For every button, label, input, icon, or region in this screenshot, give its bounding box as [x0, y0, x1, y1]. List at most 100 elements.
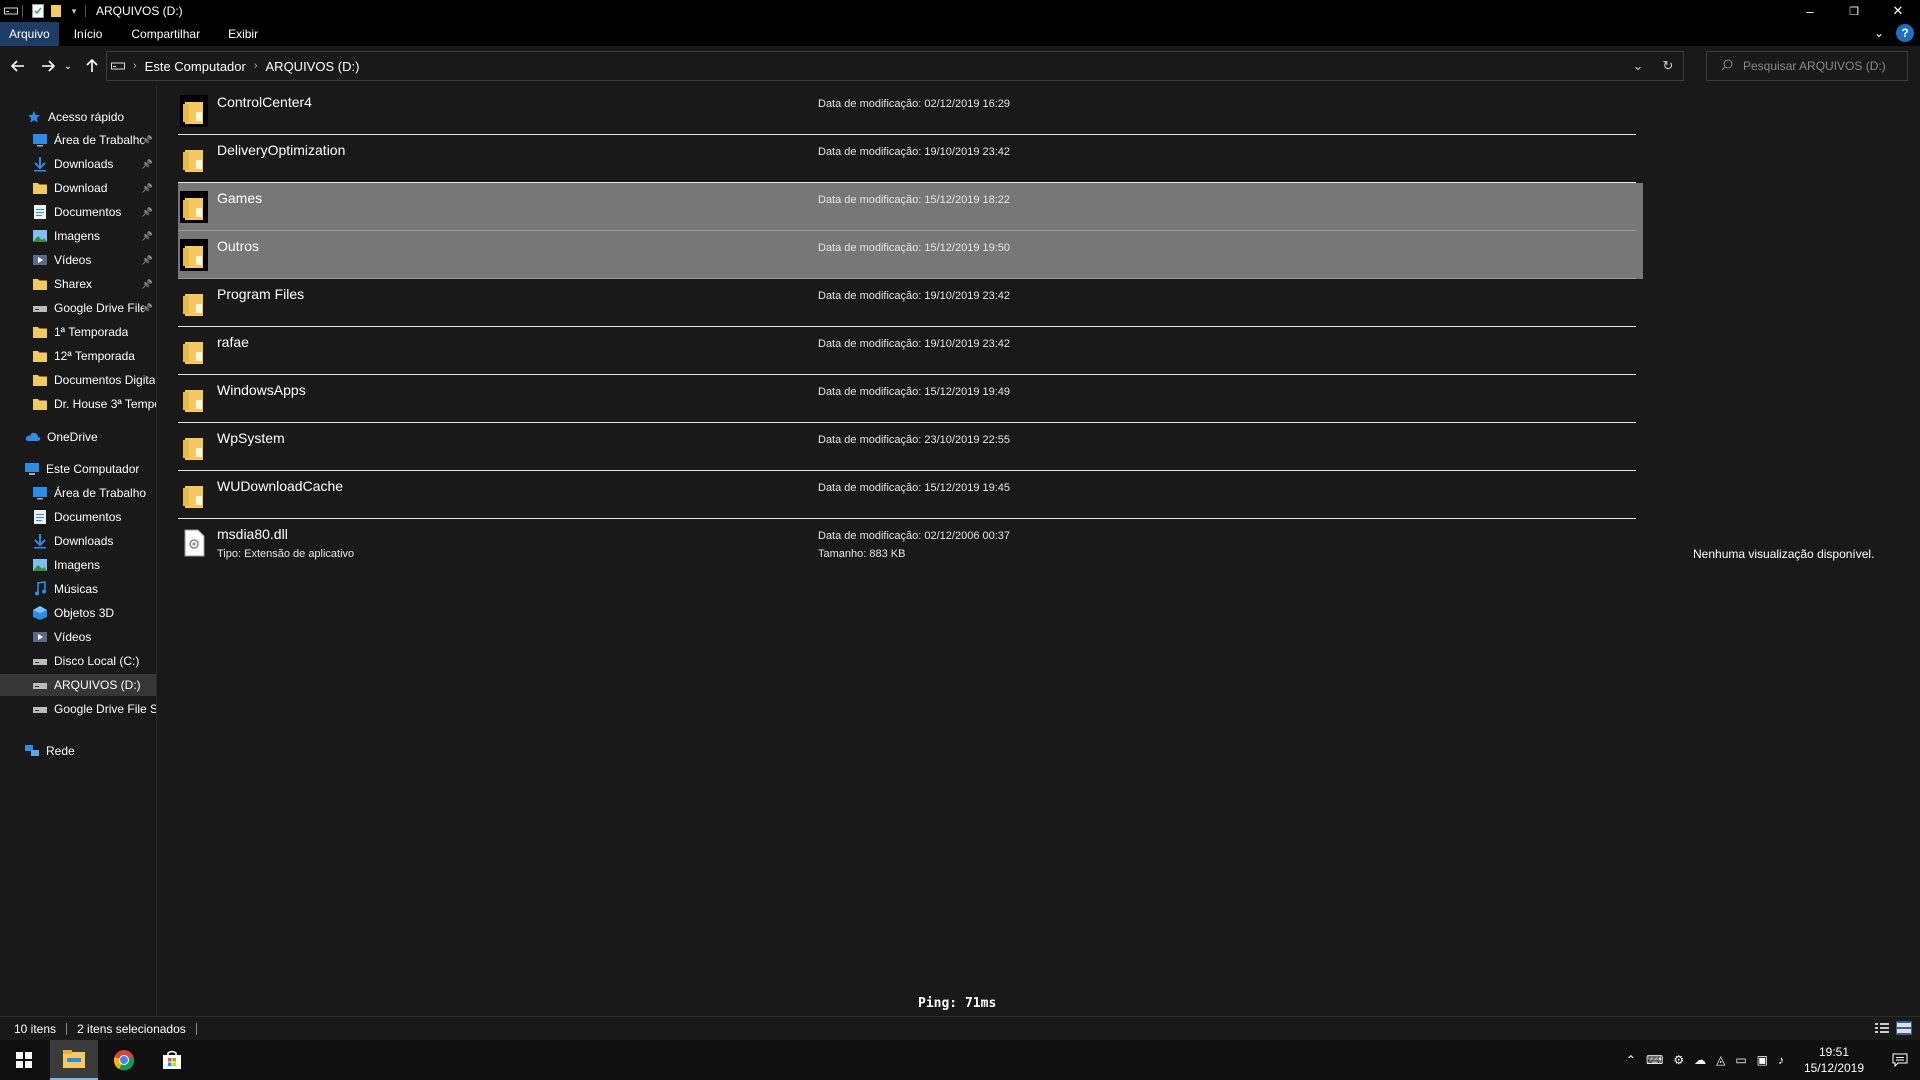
expand-ribbon-icon[interactable]: ⌄	[1874, 26, 1884, 40]
documents-icon	[32, 509, 48, 525]
volume-icon[interactable]: ♪	[1778, 1053, 1784, 1067]
pin-icon[interactable]: 📌	[142, 183, 153, 194]
sidebar-item-label: Vídeos	[54, 630, 92, 644]
file-row[interactable]: Outros Data de modificação: 15/12/2019 19…	[178, 231, 1644, 279]
file-row[interactable]: WindowsApps Data de modificação: 15/12/20…	[178, 375, 1636, 423]
refresh-button[interactable]: ↻	[1653, 52, 1683, 80]
sidebar-item-v-deos[interactable]: Vídeos	[0, 626, 156, 648]
address-bar[interactable]: › Este Computador › ARQUIVOS (D:) ⌄ ↻	[106, 51, 1684, 81]
notification-center-button[interactable]	[1890, 1050, 1910, 1070]
sidebar-item-google-drive-file-st[interactable]: Google Drive File St	[0, 698, 156, 720]
sidebar-item-download[interactable]: Download 📌	[0, 177, 156, 199]
close-button[interactable]: ✕	[1876, 0, 1920, 22]
sidebar-item-rea-de-trabalho[interactable]: Área de Trabalho	[0, 482, 156, 504]
sidebar-item-dr-house-3-tempo[interactable]: Dr. House 3ª Tempo	[0, 393, 157, 415]
sidebar-item-onedrive[interactable]: OneDrive	[0, 426, 156, 448]
documents-icon	[32, 204, 48, 220]
file-row[interactable]: DeliveryOptimization Data de modificação:…	[178, 135, 1636, 183]
folder-icon	[32, 396, 48, 412]
file-row[interactable]: WUDownloadCache Data de modificação: 15/1…	[178, 471, 1636, 519]
customize-quick-access-icon[interactable]: ▾	[67, 4, 81, 18]
sidebar-item-arquivos-d[interactable]: ARQUIVOS (D:)	[0, 674, 156, 696]
tab-inicio[interactable]: Início	[59, 22, 118, 46]
pin-icon[interactable]: 📌	[142, 303, 153, 314]
forward-button[interactable]	[38, 56, 58, 76]
cloud-icon[interactable]: ☁	[1694, 1053, 1706, 1067]
sidebar-item-imagens[interactable]: Imagens	[0, 554, 156, 576]
properties-icon[interactable]	[31, 4, 45, 18]
chevron-up-icon[interactable]: ⌃	[1626, 1053, 1636, 1067]
sidebar-item-v-deos[interactable]: Vídeos 📌	[0, 249, 156, 271]
tab-arquivo[interactable]: Arquivo	[0, 22, 59, 46]
pictures-icon	[32, 557, 48, 573]
network-icon[interactable]: ▣	[1757, 1053, 1768, 1067]
sidebar-item-label: Dr. House 3ª Tempo	[54, 397, 157, 411]
pin-icon[interactable]: 📌	[142, 279, 153, 290]
download-icon	[32, 156, 48, 172]
tiles-view-button[interactable]	[1896, 1021, 1912, 1035]
music-icon	[32, 581, 48, 597]
pin-icon[interactable]: 📌	[142, 231, 153, 242]
keyboard-icon[interactable]: ⌨	[1646, 1053, 1663, 1067]
sidebar-item-label: Disco Local (C:)	[54, 654, 140, 668]
arrow-right-icon	[42, 60, 55, 72]
recent-locations-button[interactable]: ⌄	[62, 56, 74, 76]
clock[interactable]: 19:51 15/12/2019	[1802, 1044, 1866, 1076]
sidebar-item-rea-de-trabalho[interactable]: Área de Trabalho 📌	[0, 129, 156, 151]
pin-icon[interactable]: 📌	[142, 135, 153, 146]
folder-icon	[180, 479, 208, 511]
tab-exibir[interactable]: Exibir	[214, 22, 272, 46]
network-icon	[24, 743, 40, 759]
battery-icon[interactable]: ▭	[1735, 1053, 1746, 1067]
sidebar-item-downloads[interactable]: Downloads 📌	[0, 153, 156, 175]
sidebar-item-documentos-digita[interactable]: Documentos Digita	[0, 369, 156, 391]
sidebar-item-google-drive-file[interactable]: Google Drive File 📌	[0, 297, 156, 319]
sidebar-item-sharex[interactable]: Sharex 📌	[0, 273, 156, 295]
sidebar-item-m-sicas[interactable]: Músicas	[0, 578, 156, 600]
pin-icon[interactable]: 📌	[142, 207, 153, 218]
star-icon	[26, 109, 42, 125]
address-history-button[interactable]: ⌄	[1623, 52, 1653, 80]
up-button[interactable]	[82, 56, 102, 76]
sidebar-item-quick-access[interactable]: Acesso rápido	[0, 106, 156, 128]
sidebar-item-downloads[interactable]: Downloads	[0, 530, 156, 552]
pin-icon[interactable]: 📌	[142, 255, 153, 266]
drive-sync-icon[interactable]: ◬	[1716, 1053, 1725, 1067]
new-folder-icon[interactable]	[49, 4, 63, 18]
sidebar-item-documentos[interactable]: Documentos 📌	[0, 201, 156, 223]
file-row[interactable]: WpSystem Data de modificação: 23/10/2019 …	[178, 423, 1636, 471]
drive-icon[interactable]	[4, 4, 18, 18]
breadcrumb-este-computador[interactable]: Este Computador	[145, 59, 246, 74]
search-input[interactable]: Pesquisar ARQUIVOS (D:)	[1706, 51, 1908, 81]
sidebar-item-objetos-3d[interactable]: Objetos 3D	[0, 602, 156, 624]
start-button[interactable]	[0, 1040, 48, 1080]
taskbar-chrome[interactable]	[100, 1040, 148, 1080]
sidebar-item-label: 1ª Temporada	[54, 325, 129, 339]
sidebar-item-12-temporada[interactable]: 12ª Temporada	[0, 345, 156, 367]
help-icon[interactable]: ?	[1896, 24, 1914, 42]
back-button[interactable]	[8, 56, 28, 76]
file-row[interactable]: Program Files Data de modificação: 19/10/…	[178, 279, 1636, 327]
restore-button[interactable]: ❐	[1832, 0, 1876, 22]
pin-icon[interactable]: 📌	[142, 159, 153, 170]
breadcrumb-arquivos[interactable]: ARQUIVOS (D:)	[266, 59, 360, 74]
taskbar-store[interactable]	[148, 1040, 196, 1080]
sidebar-item-disco-local-c[interactable]: Disco Local (C:)	[0, 650, 156, 672]
tab-compartilhar[interactable]: Compartilhar	[117, 22, 214, 46]
taskbar: ⌃ ⌨ ⚙ ☁ ◬ ▭ ▣ ♪ 19:51 15/12/2019	[0, 1040, 1920, 1080]
file-row[interactable]: msdia80.dll Data de modificação: 02/12/20…	[178, 519, 1636, 567]
sidebar-item-este-computador[interactable]: Este Computador	[0, 458, 156, 480]
sidebar-item-label: Objetos 3D	[54, 606, 115, 620]
file-row[interactable]: ControlCenter4 Data de modificação: 02/12…	[178, 87, 1636, 135]
dll-file-icon	[180, 527, 208, 559]
details-view-button[interactable]	[1874, 1021, 1890, 1035]
sidebar-item-rede[interactable]: Rede	[0, 740, 156, 762]
sidebar-item-imagens[interactable]: Imagens 📌	[0, 225, 156, 247]
sidebar-item-documentos[interactable]: Documentos	[0, 506, 156, 528]
minimize-button[interactable]: –	[1788, 0, 1832, 22]
sidebar-item-1-temporada[interactable]: 1ª Temporada	[0, 321, 156, 343]
steam-icon[interactable]: ⚙	[1673, 1053, 1684, 1067]
taskbar-file-explorer[interactable]	[50, 1040, 98, 1080]
file-row[interactable]: rafae Data de modificação: 19/10/2019 23:…	[178, 327, 1636, 375]
file-row[interactable]: Games Data de modificação: 15/12/2019 18:…	[178, 183, 1644, 231]
